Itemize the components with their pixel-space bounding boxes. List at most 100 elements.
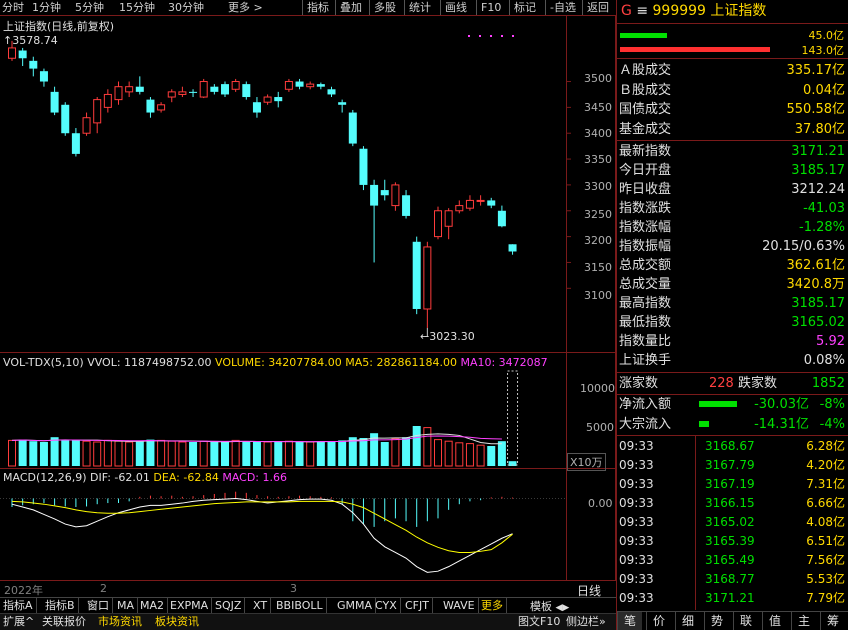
flow-bar: [699, 401, 738, 407]
volume-bar-up: [434, 439, 442, 467]
tick-time: 09:33: [619, 572, 654, 586]
candle-body-up: [391, 184, 400, 207]
tick-time: 09:33: [619, 591, 654, 605]
volume-bar-down: [497, 441, 506, 466]
volume-bar-up: [82, 440, 91, 467]
status-tab-related[interactable]: 关联报价: [42, 614, 86, 630]
status-sidebar[interactable]: 侧边栏»: [566, 614, 606, 630]
dea-line: [11, 500, 513, 553]
volume-bar-up: [306, 441, 315, 467]
indicator-tab[interactable]: MA: [114, 598, 139, 613]
indicator-tab[interactable]: CFJT: [402, 598, 433, 613]
indicator-tab[interactable]: GMMA: [334, 598, 377, 613]
candle-body-down: [316, 84, 325, 87]
quote-row-label: 最低指数: [619, 315, 672, 330]
macd-indicator-name[interactable]: MACD(12,26,9): [3, 471, 87, 484]
candle-body-up: [114, 86, 123, 101]
indicator-tab[interactable]: XT: [250, 598, 272, 613]
quote-row-value: 3185.17: [791, 163, 845, 178]
side-tab[interactable]: 联: [733, 612, 758, 630]
menu-icon[interactable]: ≡: [636, 3, 648, 19]
candle-body-down: [39, 71, 48, 82]
indicator-tab[interactable]: WAVE: [440, 598, 479, 613]
quote-row-value: 5.92: [816, 334, 845, 349]
indicator-tab[interactable]: 更多: [478, 598, 507, 613]
quote-panel: G ≡ 999999 上证指数 45.0亿 143.0亿 Ａ股成交 335.17亿…: [616, 0, 848, 630]
template-button[interactable]: 模板 ◀▶: [530, 598, 569, 614]
indicator-tab[interactable]: SQJZ: [212, 598, 246, 613]
flow-pct: -4%: [819, 416, 845, 432]
quote-row-label: 基金成交: [619, 121, 672, 137]
tick-price: 3167.19: [705, 477, 755, 491]
candle-body-up: [423, 246, 432, 310]
side-tab[interactable]: 势: [704, 612, 729, 630]
status-tab-sector-news[interactable]: 板块资讯: [155, 614, 199, 630]
quote-row-label: 昨日收盘: [619, 182, 672, 197]
volume-bar-down: [29, 441, 38, 466]
candle-body-down: [135, 86, 144, 92]
candle-body-up: [178, 91, 187, 95]
chart-canvas[interactable]: [0, 0, 616, 600]
quote-row: 指数量比 5.92: [619, 332, 847, 351]
tick-time: 09:33: [619, 553, 654, 567]
indicator-tab[interactable]: CYX: [372, 598, 401, 613]
dot-marker: [501, 35, 503, 37]
status-tab-market-news[interactable]: 市场资讯: [98, 614, 142, 630]
quote-row: 最高指数 3185.17: [619, 294, 847, 313]
candle-body-down: [252, 102, 261, 113]
divider: [617, 23, 848, 24]
dot-marker: [490, 35, 492, 37]
side-tab[interactable]: 主: [791, 612, 816, 630]
stock-name: 上证指数: [710, 3, 767, 19]
macd-header: MACD(12,26,9) DIF: -62.01 DEA: -62.84 MA…: [3, 471, 287, 484]
price-tick: 3150: [584, 261, 612, 274]
volume-bar-up: [178, 441, 187, 467]
indicator-tab[interactable]: BBIBOLL: [273, 598, 327, 613]
low-arrow-icon: ←: [420, 330, 430, 343]
tick-volume: 4.08亿: [806, 515, 845, 529]
indicator-tab[interactable]: MA2: [137, 598, 169, 613]
up-volume-bar: [620, 33, 667, 38]
candle-body-down: [380, 190, 389, 196]
price-tick: 3350: [584, 153, 612, 166]
money-flow-row: 净流入额 -30.03亿 -8%: [619, 395, 847, 414]
dot-marker: [468, 35, 470, 37]
tick-row: 09:33 3171.21 7.79亿: [619, 589, 847, 608]
quote-row-label: Ａ股成交: [619, 63, 672, 78]
down-count-label: 跌家数: [738, 376, 778, 391]
vol-indicator-name[interactable]: VOL-TDX(5,10): [3, 356, 84, 369]
side-tab[interactable]: 细: [675, 612, 700, 630]
status-tab-extend[interactable]: 扩展^: [3, 614, 34, 630]
candle-body-up: [444, 210, 453, 227]
quote-row-value: 0.08%: [803, 353, 845, 368]
code-prefix: G: [621, 3, 632, 19]
volume-bar-down: [210, 442, 219, 466]
low-marker-label: ←3023.30: [420, 330, 475, 343]
volume-bar-down: [50, 437, 59, 466]
candle-body-up: [465, 199, 474, 209]
quote-row-label: 最高指数: [619, 296, 672, 311]
tick-row: 09:33 3168.67 6.28亿: [619, 437, 847, 456]
quote-row-value: 550.58亿: [786, 102, 846, 117]
side-tab[interactable]: 值: [762, 612, 787, 630]
volume-header: VOL-TDX(5,10) VVOL: 1187498752.00 VOLUME…: [3, 356, 563, 369]
volume-bar-up: [8, 439, 16, 467]
volume-bar-down: [274, 442, 283, 466]
high-value: 3578.74: [12, 34, 58, 47]
quote-row-value: 3171.21: [791, 144, 845, 159]
side-tab[interactable]: 笔: [617, 612, 642, 630]
vol-vvol: VVOL: 1187498752.00: [87, 356, 212, 369]
status-f10[interactable]: 图文F10: [518, 614, 560, 630]
candle-body-up: [93, 99, 102, 124]
indicator-tab[interactable]: EXPMA: [167, 598, 213, 613]
flow-value: -30.03亿: [754, 397, 809, 412]
quote-row: 指数涨幅 -1.28%: [619, 218, 847, 237]
quote-row-label: 总成交额: [619, 258, 672, 273]
indicator-tab[interactable]: 窗口: [84, 598, 113, 613]
indicator-tab[interactable]: 指标A: [0, 598, 37, 613]
dif-line: [11, 498, 513, 573]
side-tab[interactable]: 筹: [820, 612, 845, 630]
side-tab[interactable]: 价: [646, 612, 671, 630]
indicator-tab[interactable]: 指标B: [42, 598, 79, 613]
volume-bar-down: [402, 437, 411, 466]
